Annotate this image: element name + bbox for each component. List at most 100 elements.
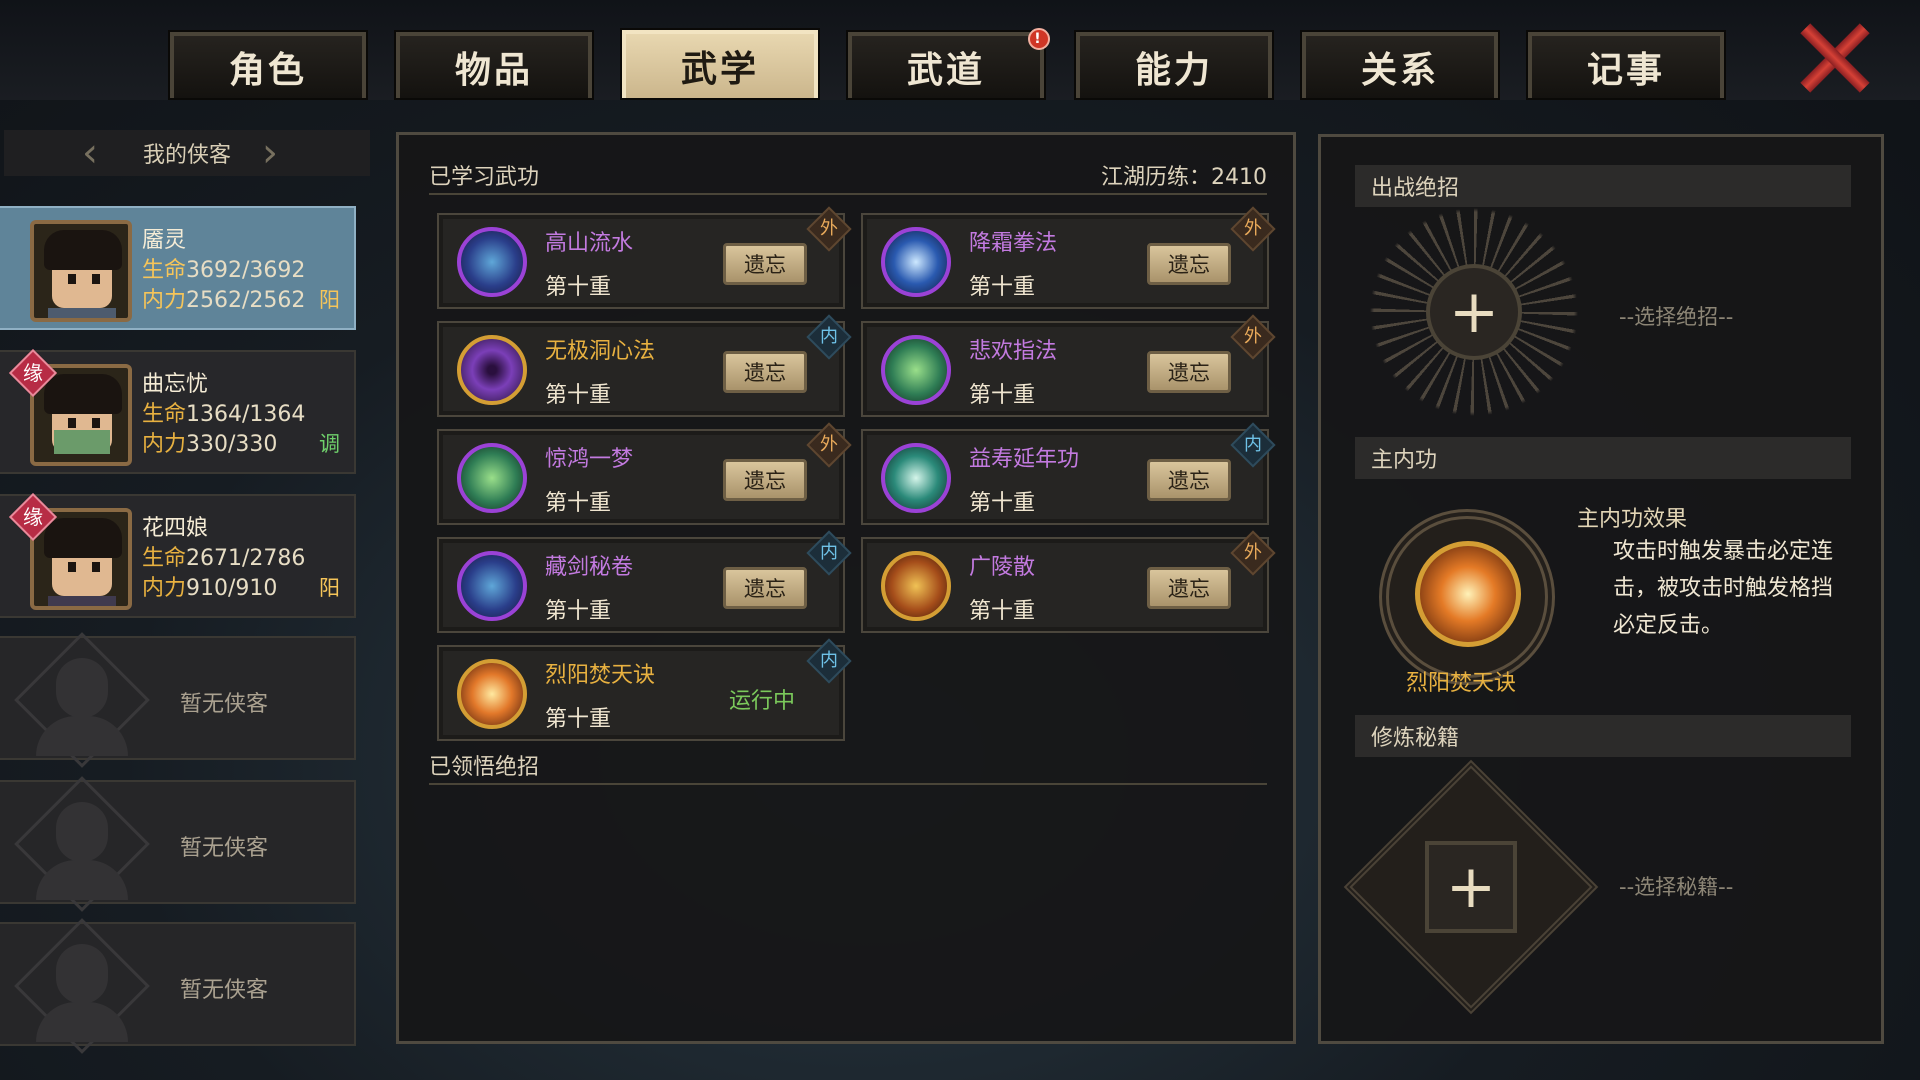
skill-level: 第十重 bbox=[545, 383, 612, 408]
select-manual-hint[interactable]: --选择秘籍-- bbox=[1619, 871, 1733, 901]
skill-card[interactable]: 惊鸿一梦 第十重 遗忘 外 bbox=[437, 422, 852, 525]
forget-button[interactable]: 遗忘 bbox=[1147, 567, 1231, 609]
forget-button[interactable]: 遗忘 bbox=[723, 567, 807, 609]
skill-name: 惊鸿一梦 bbox=[545, 447, 634, 472]
flame-icon[interactable] bbox=[1415, 541, 1521, 647]
life-value: 3692/3692 bbox=[186, 258, 306, 283]
skill-name: 无极洞心法 bbox=[545, 339, 656, 364]
hero-attribute-tag: 阳 bbox=[319, 576, 340, 600]
hero-name: 花四娘 bbox=[142, 516, 209, 541]
hero-mp: 内力2562/2562 bbox=[142, 282, 305, 314]
forget-button[interactable]: 遗忘 bbox=[1147, 351, 1231, 393]
forget-button[interactable]: 遗忘 bbox=[1147, 243, 1231, 285]
ultimate-section-title: 出战绝招 bbox=[1355, 165, 1851, 207]
skill-card[interactable]: 广陵散 第十重 遗忘 外 bbox=[861, 530, 1276, 633]
hero-card-3[interactable]: 缘 花四娘 生命2671/2786 内力910/910 阳 bbox=[0, 492, 356, 618]
skill-card[interactable]: 藏剑秘卷 第十重 遗忘 内 bbox=[437, 530, 852, 633]
skill-type-tag: 内 bbox=[806, 530, 852, 576]
tab-journal[interactable]: 记事 bbox=[1526, 30, 1726, 100]
life-label: 生命 bbox=[142, 258, 187, 283]
running-status: 运行中 bbox=[729, 689, 796, 714]
add-manual-button[interactable]: + bbox=[1425, 841, 1517, 933]
hero-life: 生命2671/2786 bbox=[142, 540, 305, 572]
insight-skills-title: 已领悟绝招 bbox=[429, 755, 540, 780]
equip-panel: 出战绝招 + --选择绝招-- 主内功 烈阳焚天诀 主内功效果 攻击时触发暴击必… bbox=[1318, 134, 1884, 1044]
forget-button[interactable]: 遗忘 bbox=[1147, 459, 1231, 501]
main-inner-section-title: 主内功 bbox=[1355, 437, 1851, 479]
mp-label: 内力 bbox=[142, 432, 187, 457]
skill-level: 第十重 bbox=[545, 599, 612, 624]
tab-martial-arts[interactable]: 武学 bbox=[620, 28, 820, 100]
empty-hero-slot: 暂无侠客 bbox=[0, 632, 356, 768]
mp-value: 2562/2562 bbox=[186, 288, 306, 313]
skill-name: 高山流水 bbox=[545, 231, 634, 256]
manual-section-title: 修炼秘籍 bbox=[1355, 715, 1851, 757]
hero-life: 生命1364/1364 bbox=[142, 396, 305, 428]
empty-slot-label: 暂无侠客 bbox=[180, 978, 269, 1003]
skill-name: 悲欢指法 bbox=[969, 339, 1058, 364]
tab-martial-way[interactable]: 武道! bbox=[846, 28, 1050, 100]
skill-type-tag: 外 bbox=[1230, 314, 1276, 360]
skill-type-tag: 外 bbox=[1230, 206, 1276, 252]
mp-value: 910/910 bbox=[186, 576, 278, 601]
skill-type-tag: 内 bbox=[806, 314, 852, 360]
jianghu-experience: 江湖历练：2410 bbox=[1101, 165, 1267, 190]
skill-level: 第十重 bbox=[969, 275, 1036, 300]
skill-type-tag: 内 bbox=[1230, 422, 1276, 468]
empty-slot-label: 暂无侠客 bbox=[180, 692, 269, 717]
skill-name: 降霜拳法 bbox=[969, 231, 1058, 256]
mp-value: 330/330 bbox=[186, 432, 278, 457]
main-inner-skill-name: 烈阳焚天诀 bbox=[1405, 671, 1516, 696]
skill-name: 益寿延年功 bbox=[969, 447, 1080, 472]
chevron-right-icon[interactable]: › bbox=[262, 133, 278, 173]
tab-label: 物品 bbox=[454, 50, 533, 91]
tab-label: 关系 bbox=[1360, 50, 1439, 91]
skill-name: 烈阳焚天诀 bbox=[545, 663, 656, 688]
life-value: 1364/1364 bbox=[186, 402, 306, 427]
sidebar-header: ‹ 我的侠客 › bbox=[4, 130, 370, 176]
effect-title: 主内功效果 bbox=[1577, 507, 1688, 532]
tab-items[interactable]: 物品 bbox=[394, 30, 594, 100]
zither-icon bbox=[881, 551, 951, 621]
hero-mp: 内力330/330 bbox=[142, 426, 277, 458]
skill-card[interactable]: 高山流水 第十重 遗忘 外 bbox=[437, 206, 852, 309]
chevron-left-icon[interactable]: ‹ bbox=[82, 133, 98, 173]
tab-label: 角色 bbox=[228, 50, 307, 91]
learned-skills-panel: 已学习武功 江湖历练：2410 高山流水 第十重 遗忘 外 降霜拳法 第十重 遗… bbox=[396, 132, 1296, 1044]
forget-button[interactable]: 遗忘 bbox=[723, 243, 807, 285]
mp-label: 内力 bbox=[142, 288, 187, 313]
mp-label: 内力 bbox=[142, 576, 187, 601]
skill-card[interactable]: 降霜拳法 第十重 遗忘 外 bbox=[861, 206, 1276, 309]
forget-button[interactable]: 遗忘 bbox=[723, 459, 807, 501]
empty-hero-slot: 暂无侠客 bbox=[0, 776, 356, 912]
skill-card[interactable]: 益寿延年功 第十重 遗忘 内 bbox=[861, 422, 1276, 525]
empty-slot-label: 暂无侠客 bbox=[180, 836, 269, 861]
close-icon[interactable] bbox=[1794, 20, 1872, 96]
skill-card[interactable]: 悲欢指法 第十重 遗忘 外 bbox=[861, 314, 1276, 417]
skill-card[interactable]: 无极洞心法 第十重 遗忘 内 bbox=[437, 314, 852, 417]
forget-button[interactable]: 遗忘 bbox=[723, 351, 807, 393]
hero-card-1[interactable]: 靥灵 生命3692/3692 内力2562/2562 阳 bbox=[0, 206, 356, 330]
skill-type-tag: 外 bbox=[1230, 530, 1276, 576]
sidebar-title: 我的侠客 bbox=[142, 143, 231, 168]
tab-character[interactable]: 角色 bbox=[168, 30, 368, 100]
skill-level: 第十重 bbox=[969, 383, 1036, 408]
skill-level: 第十重 bbox=[545, 707, 612, 732]
add-ultimate-button[interactable]: + bbox=[1426, 264, 1522, 360]
skill-level: 第十重 bbox=[545, 275, 612, 300]
hero-attribute-tag: 阳 bbox=[319, 288, 340, 312]
skill-card[interactable]: 烈阳焚天诀 第十重 运行中 内 bbox=[437, 638, 852, 741]
tab-abilities[interactable]: 能力 bbox=[1074, 30, 1274, 100]
tab-label: 记事 bbox=[1586, 50, 1665, 91]
select-ultimate-hint[interactable]: --选择绝招-- bbox=[1619, 301, 1733, 331]
frost-fist-icon bbox=[881, 227, 951, 297]
hero-card-2[interactable]: 缘 曲忘忧 生命1364/1364 内力330/330 调 bbox=[0, 348, 356, 474]
divider bbox=[429, 783, 1267, 785]
sword-scroll-icon bbox=[457, 227, 527, 297]
skill-type-tag: 外 bbox=[806, 206, 852, 252]
hero-attribute-tag: 调 bbox=[319, 432, 340, 456]
hero-name: 靥灵 bbox=[142, 228, 187, 253]
tab-relations[interactable]: 关系 bbox=[1300, 30, 1500, 100]
hidden-sword-icon bbox=[457, 551, 527, 621]
skill-level: 第十重 bbox=[969, 599, 1036, 624]
